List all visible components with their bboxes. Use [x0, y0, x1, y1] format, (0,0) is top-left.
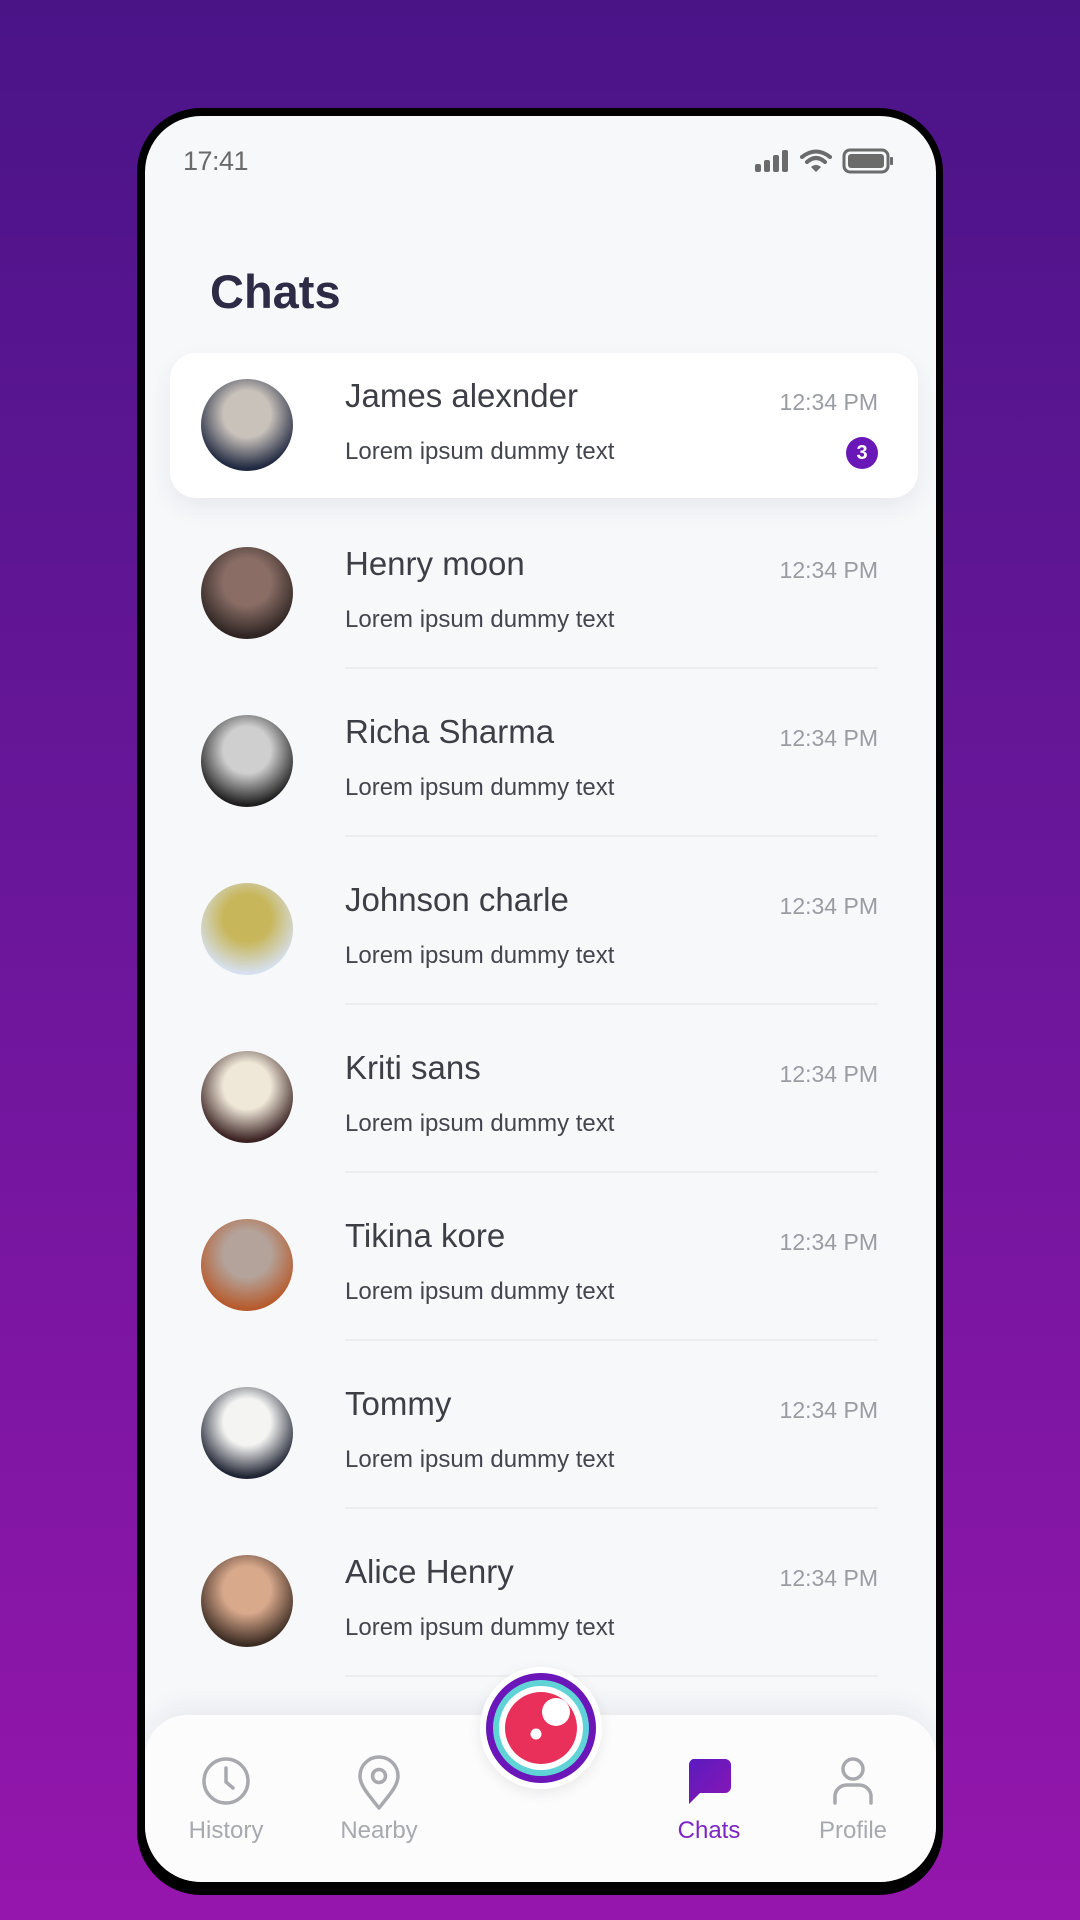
message-preview: Lorem ipsum dummy text [345, 774, 615, 801]
message-preview: Lorem ipsum dummy text [345, 1110, 615, 1137]
chat-list-item[interactable]: Richa Sharma Lorem ipsum dummy text 12:34 … [170, 689, 918, 834]
clock-icon [202, 1757, 250, 1805]
contact-name: Kriti sans [345, 1049, 481, 1086]
row-divider [345, 1507, 878, 1509]
signal-icon [755, 150, 788, 172]
message-preview: Lorem ipsum dummy text [345, 1614, 615, 1641]
camera-button[interactable] [480, 1667, 602, 1789]
nav-item-chats[interactable]: Chats [649, 1755, 769, 1845]
wifi-icon [800, 149, 832, 172]
nav-label-nearby: Nearby [340, 1817, 418, 1844]
message-time: 12:34 PM [779, 893, 878, 919]
avatar [201, 715, 293, 807]
unread-badge: 3 [846, 437, 878, 469]
row-divider [345, 1171, 878, 1173]
chat-list-item[interactable]: Tommy Lorem ipsum dummy text 12:34 PM [170, 1361, 918, 1506]
chat-list-item[interactable]: Tikina kore Lorem ipsum dummy text 12:34 P… [170, 1193, 918, 1338]
contact-name: Tommy [345, 1385, 452, 1422]
avatar [201, 547, 293, 639]
status-icons [754, 148, 894, 174]
avatar [201, 883, 293, 975]
contact-name: Johnson charle [345, 881, 569, 918]
avatar [201, 1219, 293, 1311]
nav-item-profile[interactable]: Profile [793, 1755, 913, 1845]
location-pin-icon [358, 1755, 400, 1810]
chat-bubble-icon [688, 1759, 731, 1804]
message-preview: Lorem ipsum dummy text [345, 438, 615, 465]
status-time: 17:41 [183, 146, 249, 176]
row-divider [345, 1339, 878, 1341]
contact-name: James alexnder [345, 377, 578, 414]
avatar [201, 379, 293, 471]
message-time: 12:34 PM [779, 1229, 878, 1255]
row-divider [345, 667, 878, 669]
user-icon [833, 1757, 873, 1805]
contact-name: Alice Henry [345, 1553, 514, 1590]
message-preview: Lorem ipsum dummy text [345, 606, 615, 633]
avatar [201, 1555, 293, 1647]
camera-lens-icon [486, 1673, 596, 1783]
chat-list-item[interactable]: James alexnder Lorem ipsum dummy text 12:3… [170, 353, 918, 498]
row-divider [345, 835, 878, 837]
nav-label-history: History [188, 1817, 264, 1844]
contact-name: Tikina kore [345, 1217, 506, 1254]
message-time: 12:34 PM [779, 1061, 878, 1087]
message-time: 12:34 PM [779, 725, 878, 751]
nav-item-nearby[interactable]: Nearby [319, 1755, 439, 1845]
chat-list-item[interactable]: Alice Henry Lorem ipsum dummy text 12:34 P… [170, 1529, 918, 1674]
message-time: 12:34 PM [779, 557, 878, 583]
page-title: Chats [210, 265, 341, 318]
message-time: 12:34 PM [779, 389, 878, 415]
contact-name: Henry moon [345, 545, 525, 582]
message-preview: Lorem ipsum dummy text [345, 942, 615, 969]
chat-list-item[interactable]: Kriti sans Lorem ipsum dummy text 12:34 PM [170, 1025, 918, 1170]
message-time: 12:34 PM [779, 1397, 878, 1423]
row-divider [345, 1675, 878, 1677]
chat-list-item[interactable]: Henry moon Lorem ipsum dummy text 12:34 PM [170, 521, 918, 666]
battery-icon [842, 148, 893, 174]
phone-screen: 17:41 Chats James alexnder Lorem ipsum du… [145, 116, 936, 1882]
nav-label-profile: Profile [818, 1817, 888, 1844]
message-preview: Lorem ipsum dummy text [345, 1278, 615, 1305]
row-divider [345, 1003, 878, 1005]
nav-item-history[interactable]: History [166, 1755, 286, 1845]
avatar [201, 1387, 293, 1479]
message-time: 12:34 PM [779, 1565, 878, 1591]
chat-list-item[interactable]: Johnson charle Lorem ipsum dummy text 12:3… [170, 857, 918, 1002]
avatar [201, 1051, 293, 1143]
contact-name: Richa Sharma [345, 713, 555, 750]
bottom-nav: History Nearby Chats Profile [145, 1667, 936, 1882]
nav-label-chats: Chats [677, 1817, 741, 1844]
message-preview: Lorem ipsum dummy text [345, 1446, 615, 1473]
